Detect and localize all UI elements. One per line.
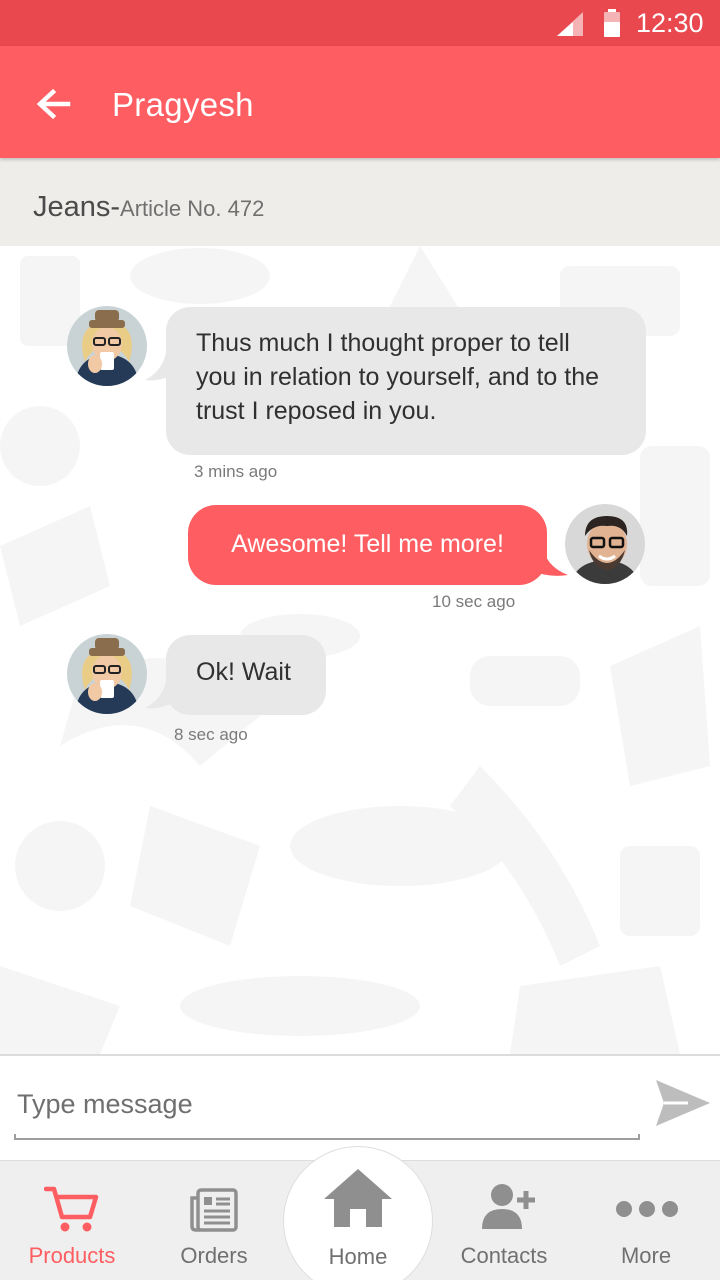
nav-label: More [620, 1243, 672, 1268]
nav-contacts[interactable]: Contacts [432, 1161, 576, 1280]
message-text: Awesome! Tell me more! [231, 530, 504, 558]
message-timestamp: 3 mins ago [194, 462, 278, 481]
chat-area: Thus much I thought proper to tell you i… [0, 246, 720, 1054]
message-bubble-incoming[interactable]: Ok! Wait [166, 635, 326, 715]
avatar-male-image [565, 504, 645, 584]
product-subheader: Jeans-Article No. 472 [0, 158, 720, 246]
message-bubble-outgoing[interactable]: Awesome! Tell me more! [188, 505, 547, 585]
message-timestamp: 8 sec ago [174, 725, 248, 744]
nav-label: Products [28, 1243, 116, 1268]
message-line: you in relation to yourself, and to the [196, 363, 600, 391]
signal-icon [557, 12, 583, 36]
input-underline [14, 1134, 640, 1140]
conversation-title: Pragyesh [112, 86, 254, 123]
more-dots-icon [616, 1201, 678, 1217]
message-line: Thus much I thought proper to tell [196, 329, 570, 357]
status-time: 12:30 [636, 8, 704, 38]
avatar-female-image [67, 634, 147, 714]
home-icon [324, 1169, 392, 1227]
product-name: Jeans- [33, 191, 121, 223]
send-icon[interactable] [654, 1076, 712, 1130]
product-label: Jeans-Article No. 472 [33, 191, 264, 224]
nav-more[interactable]: More [574, 1161, 718, 1280]
avatar-female [67, 306, 147, 386]
message-composer [0, 1054, 720, 1160]
message-text: Ok! Wait [196, 658, 291, 686]
message-line: trust I reposed in you. [196, 397, 437, 425]
message-input[interactable] [14, 1080, 640, 1128]
orders-icon [190, 1188, 238, 1232]
avatar-female [67, 634, 147, 714]
status-bar: 12:30 [0, 0, 720, 46]
nav-label: Orders [180, 1243, 248, 1268]
add-contact-icon [482, 1184, 535, 1229]
battery-icon [604, 9, 620, 37]
nav-label: Home [328, 1244, 388, 1269]
avatar-female-image [67, 306, 147, 386]
nav-orders[interactable]: Orders [142, 1161, 286, 1280]
arrow-back-icon[interactable] [34, 84, 74, 124]
app-bar: Pragyesh [0, 46, 720, 158]
cart-icon [44, 1186, 99, 1232]
message-timestamp: 10 sec ago [432, 592, 516, 611]
nav-label: Contacts [460, 1243, 548, 1268]
nav-products[interactable]: Products [0, 1161, 144, 1280]
article-number: Article No. 472 [120, 196, 265, 221]
avatar-male [565, 504, 645, 584]
message-bubble-incoming[interactable]: Thus much I thought proper to tell you i… [166, 307, 646, 455]
